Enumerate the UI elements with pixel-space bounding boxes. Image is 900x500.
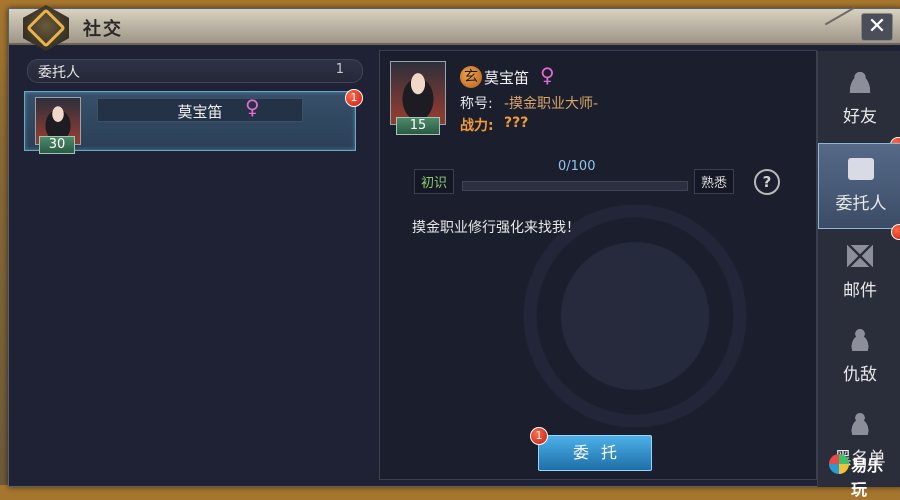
detail-avatar bbox=[390, 61, 446, 125]
tab-client[interactable]: 委托人 bbox=[818, 143, 900, 240]
intimacy-level-end: 熟悉 bbox=[694, 169, 735, 194]
client-list-item[interactable]: 30 莫宝笛 ♀ 1 bbox=[24, 89, 363, 154]
friends-icon bbox=[847, 71, 873, 93]
enemy-icon bbox=[847, 329, 873, 351]
watermark-text: 易乐玩 bbox=[851, 456, 884, 499]
female-icon: ♀ bbox=[540, 63, 555, 87]
window-title: 社交 bbox=[83, 19, 123, 40]
female-icon: ♀ bbox=[245, 95, 260, 119]
title-bar: 社交 ✕ bbox=[9, 5, 900, 51]
detail-level-badge: 15 bbox=[396, 117, 440, 135]
client-list-count: 1 bbox=[335, 62, 344, 77]
level-badge: 30 bbox=[39, 136, 75, 154]
watermark: 易乐玩 bbox=[829, 450, 895, 499]
client-list-label: 委托人 bbox=[38, 65, 80, 81]
tab-friends[interactable]: 好友 bbox=[818, 57, 900, 153]
tab-mail[interactable]: 邮件 bbox=[818, 231, 900, 315]
client-name: 莫宝笛 bbox=[177, 103, 223, 121]
intimacy-progress-text: 0/100 bbox=[558, 159, 596, 174]
blacklist-icon bbox=[847, 413, 873, 435]
tab-enemy[interactable]: 仇敌 bbox=[818, 315, 900, 399]
client-name-box: 莫宝笛 bbox=[97, 98, 303, 122]
client-card-icon bbox=[848, 158, 874, 180]
tab-label: 委托人 bbox=[835, 194, 887, 214]
tab-label: 邮件 bbox=[843, 281, 877, 301]
social-tab-rail: 好友 委托人 邮件 仇敌 黑名单 bbox=[817, 51, 900, 487]
close-button[interactable]: ✕ bbox=[861, 13, 893, 41]
mail-icon bbox=[847, 245, 873, 267]
class-icon: 玄 bbox=[460, 66, 482, 88]
title-label: 称号: bbox=[460, 96, 493, 112]
intimacy-level-start: 初识 bbox=[414, 169, 455, 194]
watermark-logo-icon bbox=[829, 454, 849, 474]
emblem-icon bbox=[23, 5, 69, 51]
client-detail-panel: 15 玄 莫宝笛 ♀ 称号: -摸金职业大师- 战力: ??? 0/100 初识… bbox=[379, 50, 817, 480]
tab-label: 好友 bbox=[843, 107, 877, 127]
title-value: -摸金职业大师- bbox=[504, 96, 599, 112]
client-list-header: 委托人 1 bbox=[27, 59, 363, 83]
power-label: 战力: bbox=[460, 118, 494, 134]
commission-button[interactable]: 委托 bbox=[538, 435, 652, 471]
social-window: 社交 ✕ 委托人 1 30 莫宝笛 ♀ 1 15 玄 莫宝笛 ♀ 称号: -摸金… bbox=[8, 5, 900, 499]
tab-label: 仇敌 bbox=[843, 365, 877, 385]
power-value: ??? bbox=[504, 115, 529, 131]
client-message: 摸金职业修行强化来找我！ bbox=[412, 220, 580, 236]
client-list-panel: 委托人 1 30 莫宝笛 ♀ 1 bbox=[21, 55, 365, 475]
detail-name: 莫宝笛 bbox=[484, 69, 530, 87]
commission-badge: 1 bbox=[530, 427, 548, 445]
intimacy-progress-bar bbox=[462, 181, 688, 191]
notification-badge: 1 bbox=[345, 89, 363, 107]
title-decoration bbox=[824, 6, 856, 26]
help-button[interactable]: ? bbox=[754, 169, 780, 195]
